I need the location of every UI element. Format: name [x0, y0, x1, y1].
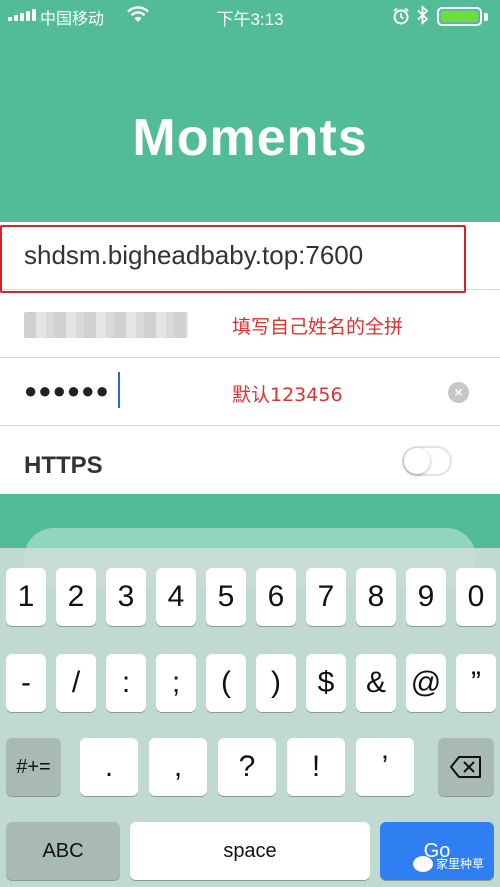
- key-5[interactable]: 5: [206, 568, 246, 626]
- key-quote[interactable]: ”: [456, 654, 496, 712]
- key-open-paren[interactable]: (: [206, 654, 246, 712]
- key-ampersand[interactable]: &: [356, 654, 396, 712]
- key-8[interactable]: 8: [356, 568, 396, 626]
- key-semicolon[interactable]: ;: [156, 654, 196, 712]
- keyboard: 1 2 3 4 5 6 7 8 9 0 - / : ; ( ) $ & @ ” …: [0, 548, 500, 887]
- alarm-icon: [392, 7, 410, 30]
- key-at[interactable]: @: [406, 654, 446, 712]
- username-annotation: 填写自己姓名的全拼: [232, 316, 404, 338]
- key-close-paren[interactable]: ): [256, 654, 296, 712]
- key-0[interactable]: 0: [456, 568, 496, 626]
- key-comma[interactable]: ,: [149, 738, 207, 796]
- key-4[interactable]: 4: [156, 568, 196, 626]
- backspace-icon: [450, 756, 481, 778]
- bluetooth-icon: [417, 4, 429, 30]
- toggle-knob: [404, 448, 430, 474]
- key-question[interactable]: ?: [218, 738, 276, 796]
- backspace-key[interactable]: [438, 738, 494, 796]
- password-input[interactable]: ●●●●●●: [24, 378, 110, 404]
- watermark: 家里种草: [413, 855, 484, 872]
- wechat-icon: [413, 855, 433, 872]
- battery-icon: [437, 7, 482, 26]
- key-2[interactable]: 2: [56, 568, 96, 626]
- watermark-text: 家里种草: [436, 857, 485, 871]
- key-colon[interactable]: :: [106, 654, 146, 712]
- key-hyphen[interactable]: -: [6, 654, 46, 712]
- key-7[interactable]: 7: [306, 568, 346, 626]
- status-bar: 中国移动 下午3:13: [0, 0, 500, 32]
- key-dollar[interactable]: $: [306, 654, 346, 712]
- https-row: HTTPS: [0, 426, 500, 494]
- clear-icon[interactable]: ×: [448, 382, 469, 403]
- space-key[interactable]: space: [130, 822, 370, 880]
- abc-key[interactable]: ABC: [6, 822, 120, 880]
- battery-cap: [484, 13, 488, 21]
- key-6[interactable]: 6: [256, 568, 296, 626]
- key-slash[interactable]: /: [56, 654, 96, 712]
- key-1[interactable]: 1: [6, 568, 46, 626]
- text-cursor: [118, 372, 120, 408]
- server-highlight-box: [0, 225, 466, 293]
- https-label: HTTPS: [24, 452, 103, 479]
- https-toggle[interactable]: [402, 446, 452, 476]
- key-exclamation[interactable]: !: [287, 738, 345, 796]
- password-field[interactable]: ●●●●●● 默认123456 ×: [0, 358, 500, 426]
- key-period[interactable]: .: [80, 738, 138, 796]
- username-input-blurred[interactable]: [24, 312, 188, 338]
- key-apostrophe[interactable]: ’: [356, 738, 414, 796]
- key-9[interactable]: 9: [406, 568, 446, 626]
- key-3[interactable]: 3: [106, 568, 146, 626]
- password-annotation: 默认123456: [232, 384, 343, 406]
- app-title: Moments: [132, 109, 368, 167]
- username-field[interactable]: 填写自己姓名的全拼: [0, 290, 500, 358]
- symbols-shift-key[interactable]: #+=: [6, 738, 61, 796]
